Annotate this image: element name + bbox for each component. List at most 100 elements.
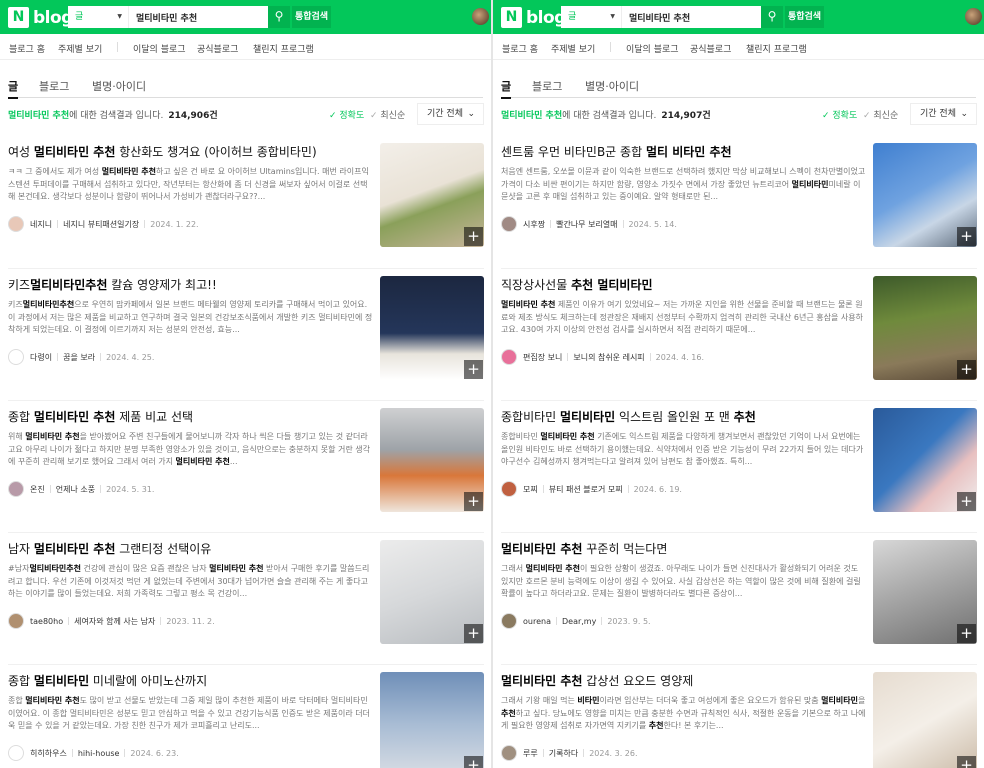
plus-icon[interactable]: + <box>464 624 483 643</box>
result-thumbnail[interactable]: + <box>380 276 484 380</box>
tab-1[interactable]: 블로그 <box>532 78 562 94</box>
sort-accuracy[interactable]: ✓ 정확도 <box>329 108 364 121</box>
period-dropdown[interactable]: 기간 전체 ⌄ <box>417 103 484 125</box>
blog-name[interactable]: hihi-house <box>78 749 120 758</box>
author-avatar[interactable] <box>8 745 24 761</box>
result-title[interactable]: 여성 멀티비타민 추천 항산화도 챙겨요 (아이허브 종합비타민) <box>8 143 374 160</box>
integrated-search-button[interactable]: 통합검색 <box>292 6 331 28</box>
user-avatar[interactable] <box>965 8 982 25</box>
result-title[interactable]: 종합 멀티비타민 추천 제품 비교 선택 <box>8 408 374 425</box>
blog-name[interactable]: 세여자와 함께 사는 남자 <box>74 616 155 627</box>
blog-name[interactable]: 보니의 참쉬운 레시피 <box>573 352 644 363</box>
result-thumbnail[interactable]: + <box>873 672 977 768</box>
search-scope-select[interactable]: 글 ▼ <box>68 6 129 28</box>
result-snippet[interactable]: 처음엔 센트룸, 오쏘몰 이뮨과 같이 익숙한 브랜드로 선택하려 했지만 막상… <box>501 166 867 204</box>
author-name[interactable]: 히히하우스 <box>30 748 67 759</box>
result-title[interactable]: 멀티비타민 추천 갑상선 요오드 영양제 <box>501 672 867 689</box>
naver-blog-logo[interactable]: Nblog <box>501 7 566 28</box>
user-avatar[interactable] <box>472 8 489 25</box>
author-name[interactable]: 모찌 <box>523 484 538 495</box>
result-thumbnail[interactable]: + <box>380 408 484 512</box>
blog-name[interactable]: 빨간나무 보리열매 <box>556 219 617 230</box>
blog-name[interactable]: 뷰티 패션 블로거 모찌 <box>549 484 623 495</box>
nav-item[interactable]: 이달의 블로그 <box>626 42 679 55</box>
blog-name[interactable]: Dear,my <box>562 617 596 626</box>
sort-accuracy[interactable]: ✓ 정확도 <box>822 108 857 121</box>
nav-item[interactable]: 주제별 보기 <box>58 42 102 55</box>
author-name[interactable]: 온진 <box>30 484 45 495</box>
author-avatar[interactable] <box>501 349 517 365</box>
blog-name[interactable]: 기록하다 <box>549 748 578 759</box>
author-avatar[interactable] <box>501 613 517 629</box>
result-thumbnail[interactable]: + <box>873 276 977 380</box>
plus-icon[interactable]: + <box>957 360 976 379</box>
integrated-search-button[interactable]: 통합검색 <box>785 6 824 28</box>
nav-item[interactable]: 이달의 블로그 <box>133 42 186 55</box>
result-title[interactable]: 종합 멀티비타민 미네랄에 아미노산까지 <box>8 672 374 689</box>
result-snippet[interactable]: 키즈멀티비타민추천으로 우연히 맘카페에서 일본 브랜드 메타웰의 영양제 토리… <box>8 299 374 337</box>
search-scope-select[interactable]: 글 ▼ <box>561 6 622 28</box>
plus-icon[interactable]: + <box>464 360 483 379</box>
plus-icon[interactable]: + <box>464 756 483 768</box>
plus-icon[interactable]: + <box>957 227 976 246</box>
result-title[interactable]: 종합비타민 멀티비타민 익스트림 올인원 포 맨 추천 <box>501 408 867 425</box>
plus-icon[interactable]: + <box>957 756 976 768</box>
search-input[interactable]: 멀티비타민 추천 <box>129 11 197 24</box>
result-thumbnail[interactable]: + <box>873 540 977 644</box>
result-thumbnail[interactable]: + <box>380 143 484 247</box>
naver-blog-logo[interactable]: Nblog <box>8 7 73 28</box>
result-snippet[interactable]: 위해 멀티비타민 추천을 받아봤어요 주변 친구들에게 물어보니까 각자 하나 … <box>8 431 374 469</box>
tab-0[interactable]: 글 <box>501 78 511 94</box>
tab-0[interactable]: 글 <box>8 78 18 94</box>
search-input[interactable]: 멀티비타민 추천 <box>622 11 690 24</box>
author-avatar[interactable] <box>501 481 517 497</box>
result-snippet[interactable]: 멀티비타민 추천 제품인 이유가 여기 있었네요~ 저는 가까운 지인을 위한 … <box>501 299 867 337</box>
author-avatar[interactable] <box>8 481 24 497</box>
period-dropdown[interactable]: 기간 전체 ⌄ <box>910 103 977 125</box>
author-name[interactable]: tae80ho <box>30 617 63 626</box>
nav-item[interactable]: 공식블로그 <box>690 42 731 55</box>
nav-item[interactable]: 블로그 홈 <box>9 42 45 55</box>
tab-1[interactable]: 블로그 <box>39 78 69 94</box>
nav-item[interactable]: 블로그 홈 <box>502 42 538 55</box>
nav-item[interactable]: 챌린지 프로그램 <box>746 42 807 55</box>
sort-latest[interactable]: ✓ 최신순 <box>863 108 898 121</box>
search-button[interactable]: ⚲ <box>761 6 783 28</box>
result-thumbnail[interactable]: + <box>380 540 484 644</box>
author-name[interactable]: 네지니 <box>30 219 52 230</box>
plus-icon[interactable]: + <box>957 492 976 511</box>
result-title[interactable]: 남자 멀티비타민 추천 그랜티정 선택이유 <box>8 540 374 557</box>
result-thumbnail[interactable]: + <box>380 672 484 768</box>
search-button[interactable]: ⚲ <box>268 6 290 28</box>
result-snippet[interactable]: 그래서 멀티비타민 추천이 필요한 상황이 생겼죠. 아무래도 나이가 들면 신… <box>501 563 867 601</box>
result-title[interactable]: 멀티비타민 추천 꾸준히 먹는다면 <box>501 540 867 557</box>
tab-2[interactable]: 별명·아이디 <box>92 78 146 94</box>
author-avatar[interactable] <box>8 216 24 232</box>
result-title[interactable]: 센트룸 우먼 비타민B군 종합 멀티 비타민 추천 <box>501 143 867 160</box>
plus-icon[interactable]: + <box>464 227 483 246</box>
author-name[interactable]: 시후짱 <box>523 219 545 230</box>
author-name[interactable]: ourena <box>523 617 551 626</box>
blog-name[interactable]: 네지니 뷰티패션일기장 <box>63 219 139 230</box>
author-name[interactable]: 루루 <box>523 748 538 759</box>
nav-item[interactable]: 챌린지 프로그램 <box>253 42 314 55</box>
author-avatar[interactable] <box>501 216 517 232</box>
result-title[interactable]: 키즈멀티비타민추천 칼슘 영양제가 최고!! <box>8 276 374 293</box>
plus-icon[interactable]: + <box>464 492 483 511</box>
result-thumbnail[interactable]: + <box>873 408 977 512</box>
tab-2[interactable]: 별명·아이디 <box>585 78 639 94</box>
result-snippet[interactable]: 종합 멀티비타민 추천도 많이 받고 선물도 받았는데 그중 제일 많이 추천한… <box>8 695 374 733</box>
plus-icon[interactable]: + <box>957 624 976 643</box>
sort-latest[interactable]: ✓ 최신순 <box>370 108 405 121</box>
nav-item[interactable]: 공식블로그 <box>197 42 238 55</box>
result-snippet[interactable]: 그래서 기왕 매일 먹는 비타민이라면 임산부는 더더욱 좋고 여성에게 좋은 … <box>501 695 867 733</box>
result-snippet[interactable]: #남자멀티비타민추천 건강에 관심이 많은 요즘 괜찮은 남자 멀티비타민 추천… <box>8 563 374 601</box>
author-name[interactable]: 편집장 보니 <box>523 352 562 363</box>
result-snippet[interactable]: ㅋㅋ 그 중에서도 제가 여성 멀티비타민 추천하고 싶은 건 바로 요 아이허… <box>8 166 374 204</box>
author-name[interactable]: 다령이 <box>30 352 52 363</box>
nav-item[interactable]: 주제별 보기 <box>551 42 595 55</box>
result-title[interactable]: 직장상사선물 추천 멀티비타민 <box>501 276 867 293</box>
blog-name[interactable]: 꿈을 보라 <box>63 352 95 363</box>
author-avatar[interactable] <box>8 613 24 629</box>
blog-name[interactable]: 언제나 소풍 <box>56 484 95 495</box>
